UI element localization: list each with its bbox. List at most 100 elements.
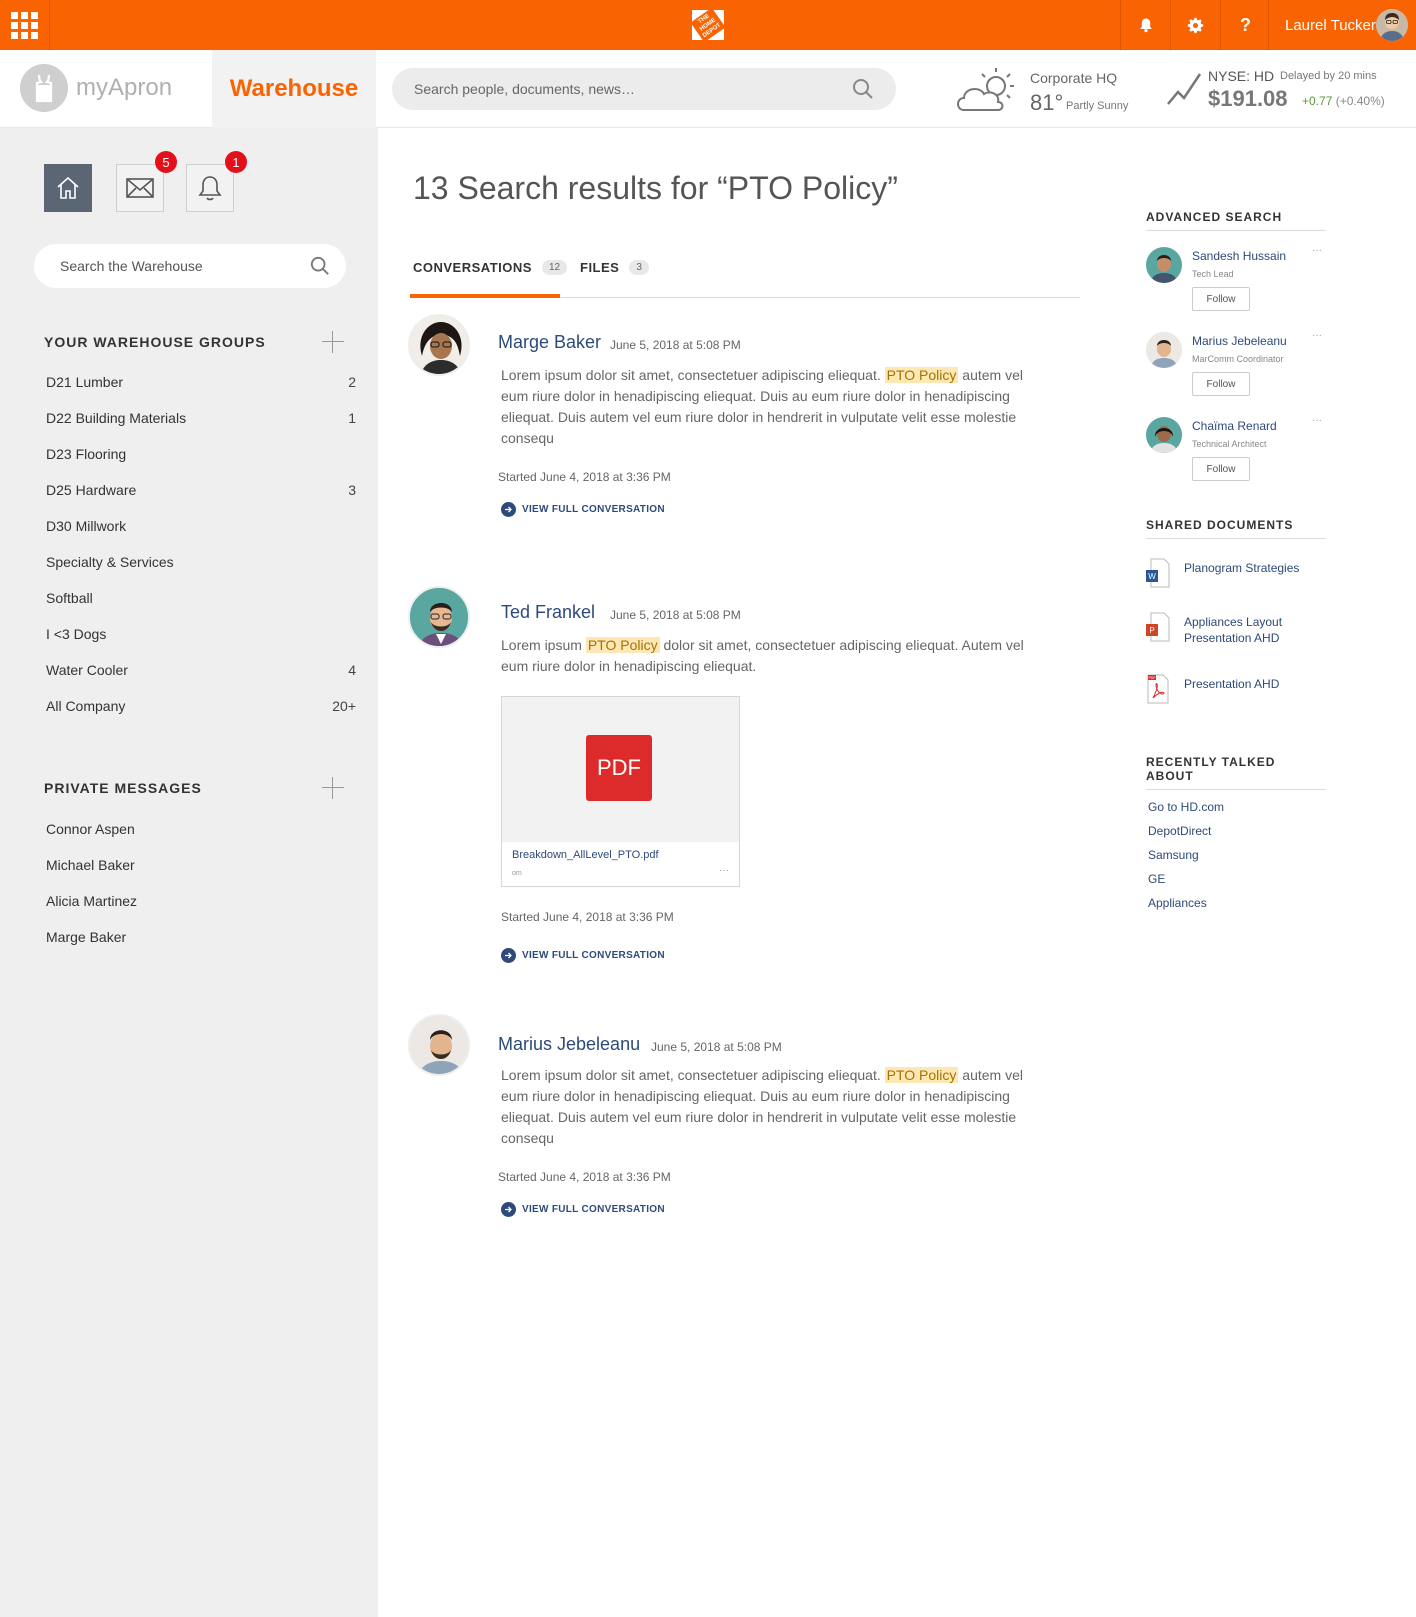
- person-role: Technical Architect: [1192, 439, 1267, 449]
- view-conversation-label: VIEW FULL CONVERSATION: [522, 504, 665, 515]
- post-author[interactable]: Marius Jebeleanu: [498, 1034, 640, 1055]
- messages-button[interactable]: 5: [116, 151, 177, 212]
- group-item[interactable]: Softball: [46, 590, 356, 614]
- topic-link[interactable]: GE: [1148, 872, 1165, 886]
- tab-files[interactable]: FILES 3: [580, 260, 649, 275]
- pdf-attachment-card[interactable]: PDF Breakdown_AllLevel_PTO.pdf om ···: [501, 696, 740, 887]
- person-role: MarComm Coordinator: [1192, 354, 1284, 364]
- search-highlight: PTO Policy: [585, 637, 660, 653]
- post-started: Started June 4, 2018 at 3:36 PM: [498, 470, 671, 484]
- group-item[interactable]: D22 Building Materials 1: [46, 410, 356, 434]
- warehouse-tab[interactable]: Warehouse: [212, 50, 376, 128]
- settings-button[interactable]: [1170, 0, 1220, 50]
- group-item[interactable]: Water Cooler 4: [46, 662, 356, 686]
- more-options-icon[interactable]: ···: [719, 865, 729, 876]
- home-depot-logo[interactable]: THE HOME DEPOT: [690, 7, 726, 43]
- person-name[interactable]: Marius Jebeleanu: [1192, 334, 1287, 348]
- weather-temperature: 81°: [1030, 90, 1064, 115]
- group-label: Water Cooler: [46, 662, 128, 678]
- person-name[interactable]: Sandesh Hussain: [1192, 249, 1286, 263]
- notifications-button[interactable]: [1120, 0, 1170, 50]
- more-options-icon[interactable]: ···: [1312, 415, 1322, 426]
- topic-link[interactable]: Go to HD.com: [1148, 800, 1224, 814]
- brand-name: myApron: [76, 74, 173, 101]
- bell-outline-icon: [198, 176, 222, 201]
- view-conversation-link[interactable]: VIEW FULL CONVERSATION: [501, 502, 665, 517]
- active-tab-indicator: [410, 294, 560, 298]
- apron-logo-icon: [20, 64, 68, 112]
- message-item[interactable]: Marge Baker: [46, 929, 356, 953]
- view-conversation-label: VIEW FULL CONVERSATION: [522, 1204, 665, 1215]
- topic-link[interactable]: Appliances: [1148, 896, 1207, 910]
- search-icon[interactable]: [310, 256, 330, 276]
- group-label: D22 Building Materials: [46, 410, 187, 426]
- avatar[interactable]: [1146, 247, 1182, 283]
- stock-change-value: +0.77: [1302, 94, 1333, 108]
- view-conversation-link[interactable]: VIEW FULL CONVERSATION: [501, 1202, 665, 1217]
- file-name[interactable]: Breakdown_AllLevel_PTO.pdf: [512, 849, 659, 861]
- post-author[interactable]: Marge Baker: [498, 332, 601, 353]
- message-item[interactable]: Connor Aspen: [46, 821, 356, 845]
- search-icon[interactable]: [852, 78, 874, 100]
- word-doc-icon: W: [1146, 558, 1170, 588]
- warehouse-search: [34, 244, 346, 288]
- more-options-icon[interactable]: ···: [1312, 245, 1322, 256]
- avatar[interactable]: [1146, 332, 1182, 368]
- follow-button[interactable]: Follow: [1192, 372, 1250, 396]
- advanced-search-heading: ADVANCED SEARCH: [1146, 210, 1326, 231]
- myapron-brand[interactable]: myApron: [20, 64, 172, 112]
- help-button[interactable]: ?: [1220, 0, 1270, 50]
- group-item[interactable]: Specialty & Services: [46, 554, 356, 578]
- post-author[interactable]: Ted Frankel: [501, 602, 595, 623]
- weather-condition: Partly Sunny: [1066, 100, 1129, 112]
- message-item[interactable]: Alicia Martinez: [46, 893, 356, 917]
- group-item[interactable]: D30 Millwork: [46, 518, 356, 542]
- file-meta: om: [512, 870, 522, 877]
- global-search-input[interactable]: [414, 68, 854, 110]
- post-date: June 5, 2018 at 5:08 PM: [651, 1040, 782, 1054]
- tab-label: FILES: [580, 260, 620, 275]
- alerts-button[interactable]: 1: [186, 151, 247, 212]
- post-body: Lorem ipsum dolor sit amet, consectetuer…: [501, 1065, 1041, 1149]
- group-item[interactable]: I <3 Dogs: [46, 626, 356, 650]
- group-item[interactable]: D21 Lumber 2: [46, 374, 356, 398]
- topic-link[interactable]: DepotDirect: [1148, 824, 1211, 838]
- pdf-doc-icon: PDF: [1147, 674, 1169, 704]
- post-body: Lorem ipsum PTO Policy dolor sit amet, c…: [501, 635, 1041, 677]
- group-label: D30 Millwork: [46, 518, 127, 534]
- view-conversation-link[interactable]: VIEW FULL CONVERSATION: [501, 948, 665, 963]
- stock-change-percent: (+0.40%): [1335, 94, 1385, 108]
- doc-type-letter: W: [1148, 572, 1156, 581]
- warehouse-search-input[interactable]: [60, 244, 300, 288]
- recently-talked-heading: RECENTLY TALKED ABOUT: [1146, 755, 1326, 790]
- follow-button[interactable]: Follow: [1192, 287, 1250, 311]
- add-group-icon[interactable]: [322, 331, 344, 353]
- avatar[interactable]: [408, 586, 470, 648]
- message-item[interactable]: Michael Baker: [46, 857, 356, 881]
- tab-count: 3: [629, 260, 649, 275]
- group-item[interactable]: D23 Flooring: [46, 446, 356, 470]
- post-started: Started June 4, 2018 at 3:36 PM: [501, 910, 674, 924]
- person-name[interactable]: Chaïma Renard: [1192, 419, 1277, 433]
- avatar[interactable]: [408, 314, 470, 376]
- apps-menu-button[interactable]: [0, 0, 50, 50]
- bell-icon: [1139, 18, 1152, 33]
- follow-button[interactable]: Follow: [1192, 457, 1250, 481]
- avatar[interactable]: [1146, 417, 1182, 453]
- global-search: [392, 68, 896, 110]
- topic-link[interactable]: Samsung: [1148, 848, 1199, 862]
- user-menu[interactable]: Laurel Tucker: [1268, 0, 1416, 50]
- arrow-right-icon: [501, 1202, 516, 1217]
- add-message-icon[interactable]: [322, 777, 344, 799]
- home-button[interactable]: [44, 164, 92, 212]
- group-item[interactable]: D25 Hardware 3: [46, 482, 356, 506]
- group-count: 20+: [332, 698, 356, 714]
- avatar[interactable]: [408, 1014, 470, 1076]
- search-highlight: PTO Policy: [884, 1067, 959, 1083]
- group-count: 3: [348, 482, 356, 498]
- person-card: Sandesh Hussain Tech Lead ··· Follow: [1146, 245, 1326, 321]
- tab-conversations[interactable]: CONVERSATIONS 12: [413, 260, 568, 275]
- more-options-icon[interactable]: ···: [1312, 330, 1322, 341]
- tab-count: 12: [541, 260, 568, 275]
- group-item[interactable]: All Company 20+: [46, 698, 356, 722]
